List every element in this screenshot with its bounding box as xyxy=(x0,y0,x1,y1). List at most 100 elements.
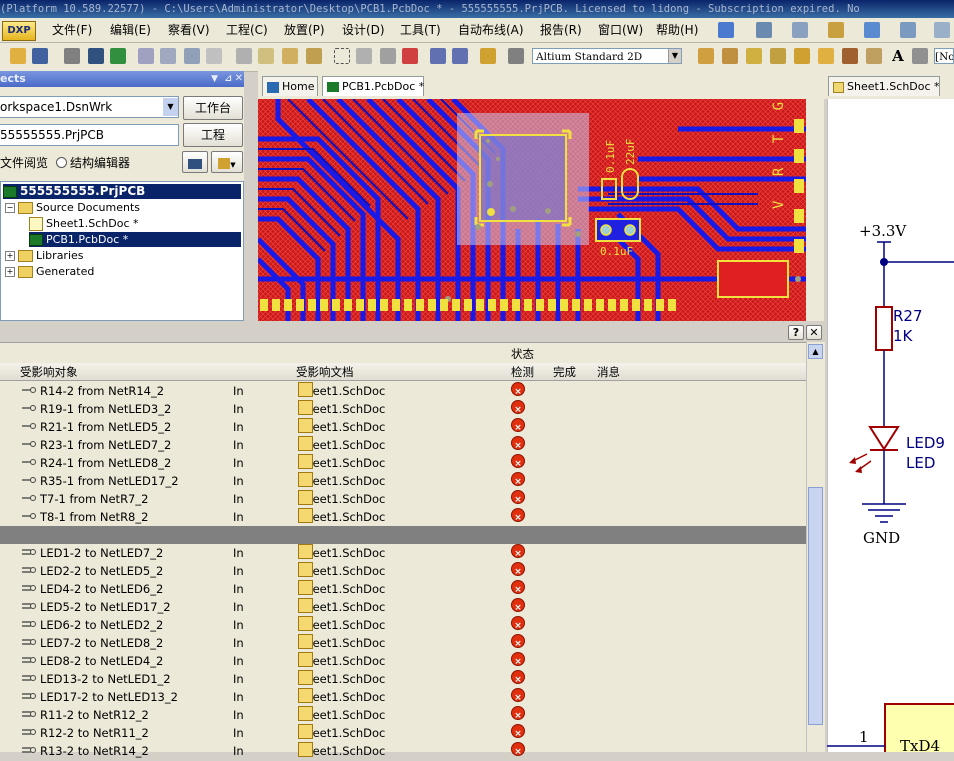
menu-file[interactable]: 文件(F) xyxy=(52,18,92,42)
eco-row[interactable]: LED6-2 to NetLED2_2 In Sheet1.SchDoc × xyxy=(0,616,806,634)
expand-icon[interactable]: + xyxy=(5,251,15,261)
eco-row[interactable]: LED4-2 to NetLED6_2 In Sheet1.SchDoc × xyxy=(0,580,806,598)
radio-circle-icon[interactable] xyxy=(56,157,67,168)
move-icon[interactable] xyxy=(356,48,372,64)
filter-icon[interactable] xyxy=(900,22,916,38)
menu-design[interactable]: 设计(D) xyxy=(342,18,385,42)
tree-item-project[interactable]: 555555555.PrjPCB xyxy=(3,184,241,199)
eco-row[interactable]: LED2-2 to NetLED5_2 In Sheet1.SchDoc × xyxy=(0,562,806,580)
col-done[interactable]: 完成 xyxy=(553,364,576,380)
paste-icon[interactable] xyxy=(282,48,298,64)
tree-item-generated[interactable]: + Generated xyxy=(5,264,94,279)
menu-edit[interactable]: 编辑(E) xyxy=(110,18,151,42)
tree-item-libraries[interactable]: + Libraries xyxy=(5,248,84,263)
align-icon[interactable] xyxy=(756,22,772,38)
pcb-vertical-scrollbar[interactable] xyxy=(806,99,824,321)
eco-row[interactable]: R13-2 to NetR14_2 In Sheet1.SchDoc × xyxy=(0,742,806,760)
eco-row[interactable]: T7-1 from NetR7_2 In Sheet1.SchDoc × xyxy=(0,490,806,508)
eco-row[interactable]: R12-2 to NetR11_2 In Sheet1.SchDoc × xyxy=(0,724,806,742)
polygon-icon[interactable] xyxy=(842,48,858,64)
deselect-icon[interactable] xyxy=(402,48,418,64)
select-area-icon[interactable] xyxy=(334,48,350,64)
close-panel-button[interactable]: ✕ xyxy=(806,325,822,340)
project-field[interactable]: 55555555.PrjPCB xyxy=(0,124,179,146)
pad-icon[interactable] xyxy=(746,48,762,64)
workspace-button[interactable]: 工作台 xyxy=(183,96,243,120)
dxp-menu-button[interactable]: DXP xyxy=(2,21,36,41)
menu-tools[interactable]: 工具(T) xyxy=(400,18,441,42)
project-button[interactable]: 工程 xyxy=(183,123,243,147)
menu-project[interactable]: 工程(C) xyxy=(226,18,268,42)
grid-setting-icon[interactable] xyxy=(912,48,928,64)
eco-row[interactable]: LED13-2 to NetLED1_2 In Sheet1.SchDoc × xyxy=(0,670,806,688)
redo-icon[interactable] xyxy=(452,48,468,64)
print-icon[interactable] xyxy=(64,48,80,64)
eco-row[interactable]: R24-1 from NetLED8_2 In Sheet1.SchDoc × xyxy=(0,454,806,472)
workspace-options-button[interactable] xyxy=(182,151,208,173)
schematic-canvas[interactable]: +3.3V R27 1K LED9 LED GND 1 TxD4 xyxy=(827,99,954,752)
via-icon[interactable] xyxy=(770,48,786,64)
string-icon[interactable] xyxy=(866,48,882,64)
col-affected-document[interactable]: 受影响文档 xyxy=(296,364,354,380)
tree-item-pcb[interactable]: PCB1.PcbDoc * xyxy=(29,232,241,247)
radio-file-view[interactable]: 文件阅览 xyxy=(0,154,48,171)
scroll-up-arrow-icon[interactable]: ▲ xyxy=(808,344,823,359)
browse-icon[interactable] xyxy=(508,48,524,64)
tree-item-sheet[interactable]: Sheet1.SchDoc * xyxy=(29,216,139,231)
eco-row[interactable]: LED5-2 to NetLED17_2 In Sheet1.SchDoc × xyxy=(0,598,806,616)
eco-row[interactable]: T8-1 from NetR8_2 In Sheet1.SchDoc × xyxy=(0,508,806,526)
eco-row[interactable]: R19-1 from NetLED3_2 In Sheet1.SchDoc × xyxy=(0,400,806,418)
led9-symbol[interactable] xyxy=(868,426,900,451)
expand-icon[interactable]: + xyxy=(5,267,15,277)
col-message[interactable]: 消息 xyxy=(597,364,620,380)
eco-row[interactable]: R11-2 to NetR12_2 In Sheet1.SchDoc × xyxy=(0,706,806,724)
open-icon[interactable] xyxy=(10,48,26,64)
pin-icon[interactable]: ⊿ xyxy=(224,71,232,87)
scrollbar-thumb[interactable] xyxy=(808,487,823,725)
tab-home[interactable]: Home xyxy=(262,76,318,96)
route-icon[interactable] xyxy=(698,48,714,64)
menu-autoroute[interactable]: 自动布线(A) xyxy=(458,18,524,42)
help-button[interactable]: ? xyxy=(788,325,804,340)
group-separator-row[interactable] xyxy=(0,526,806,544)
close-icon[interactable]: ✕ xyxy=(235,71,243,87)
pcb-canvas[interactable]: 0.1uF 22uF 0.1uF V R T G xyxy=(258,99,806,321)
col-affected-object[interactable]: 受影响对象 xyxy=(20,364,78,380)
cross-probe-icon[interactable] xyxy=(206,48,222,64)
menu-window[interactable]: 窗口(W) xyxy=(598,18,643,42)
arc-icon[interactable] xyxy=(794,48,810,64)
eco-row[interactable]: LED17-2 to NetLED13_2 In Sheet1.SchDoc × xyxy=(0,688,806,706)
menu-reports[interactable]: 报告(R) xyxy=(540,18,582,42)
collapse-icon[interactable]: − xyxy=(5,203,15,213)
layer-select[interactable]: [No xyxy=(934,48,954,64)
eco-row[interactable]: R14-2 from NetR14_2 In Sheet1.SchDoc × xyxy=(0,382,806,400)
grid-icon[interactable] xyxy=(828,22,844,38)
chevron-down-icon[interactable]: ▼ xyxy=(163,98,178,116)
menu-help[interactable]: 帮助(H) xyxy=(656,18,698,42)
select-icon[interactable] xyxy=(380,48,396,64)
tab-pcb[interactable]: PCB1.PcbDoc * xyxy=(322,76,424,96)
layers-icon[interactable] xyxy=(88,48,104,64)
eco-row[interactable]: R23-1 from NetLED7_2 In Sheet1.SchDoc × xyxy=(0,436,806,454)
copy-icon[interactable] xyxy=(258,48,274,64)
save-icon[interactable] xyxy=(32,48,48,64)
menu-view[interactable]: 察看(V) xyxy=(168,18,210,42)
eco-row[interactable]: R21-1 from NetLED5_2 In Sheet1.SchDoc × xyxy=(0,418,806,436)
chevron-down-icon[interactable]: ▼ xyxy=(668,49,681,63)
highlight-icon[interactable] xyxy=(480,48,496,64)
col-check[interactable]: 检测 xyxy=(511,364,534,380)
zoom-icon[interactable] xyxy=(792,22,808,38)
zoom-fit-icon[interactable] xyxy=(160,48,176,64)
diff-pair-icon[interactable] xyxy=(722,48,738,64)
eco-row[interactable]: R35-1 from NetLED17_2 In Sheet1.SchDoc × xyxy=(0,472,806,490)
fill-icon[interactable] xyxy=(818,48,834,64)
eco-row[interactable]: LED7-2 to NetLED8_2 In Sheet1.SchDoc × xyxy=(0,634,806,652)
panel-menu-icon[interactable]: ▼ xyxy=(211,71,218,87)
undo-icon[interactable] xyxy=(430,48,446,64)
project-options-button[interactable]: ▼ xyxy=(211,151,243,173)
zoom-area-icon[interactable] xyxy=(138,48,154,64)
tab-sheet[interactable]: Sheet1.SchDoc * xyxy=(828,76,940,96)
radio-struct-editor[interactable]: 结构编辑器 xyxy=(56,154,130,171)
view-configuration-select[interactable]: Altium Standard 2D ▼ xyxy=(532,48,682,64)
options-icon[interactable] xyxy=(934,22,950,38)
